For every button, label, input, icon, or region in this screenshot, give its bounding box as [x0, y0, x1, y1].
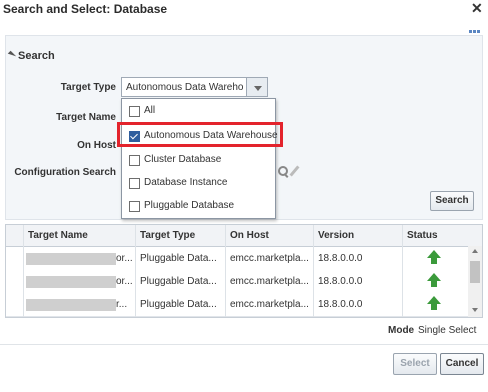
search-button[interactable]: Search	[430, 191, 474, 211]
on-host-cell: emcc.marketpla...	[230, 299, 309, 310]
table-row[interactable]: or... Pluggable Data... emcc.marketpla..…	[6, 270, 468, 294]
scroll-down-icon[interactable]	[472, 308, 478, 312]
search-panel-header[interactable]: Search	[18, 50, 55, 62]
option-label: All	[144, 105, 156, 116]
target-type-select[interactable]: Autonomous Data Warehouse	[121, 77, 268, 97]
column-header-target-type[interactable]: Target Type	[140, 230, 195, 241]
column-divider	[135, 225, 136, 317]
dropdown-option-autonomous-data-warehouse[interactable]: Autonomous Data Warehouse	[122, 126, 278, 148]
checkbox[interactable]	[129, 155, 140, 166]
table-row[interactable]: or... Pluggable Data... emcc.marketpla..…	[6, 247, 468, 271]
option-label: Cluster Database	[144, 154, 222, 165]
on-host-cell: emcc.marketpla...	[230, 253, 309, 264]
target-name-cell: r...	[116, 299, 128, 310]
target-name-label: Target Name	[56, 112, 116, 123]
target-type-cell: Pluggable Data...	[140, 276, 217, 287]
target-type-dropdown: All Autonomous Data Warehouse Cluster Da…	[121, 98, 278, 219]
option-label: Pluggable Database	[144, 200, 235, 211]
checkbox[interactable]	[129, 106, 140, 117]
mode-label: Mode	[388, 325, 415, 336]
version-cell: 18.8.0.0.0	[318, 276, 363, 287]
column-header-status[interactable]: Status	[407, 230, 438, 241]
more-options-icon[interactable]	[469, 24, 484, 33]
checkbox[interactable]	[129, 201, 140, 212]
status-up-arrow-icon	[427, 250, 441, 265]
column-header-on-host[interactable]: On Host	[230, 230, 269, 241]
results-table: Target Name Target Type On Host Version …	[5, 224, 483, 318]
checkbox-checked[interactable]	[129, 131, 140, 142]
on-host-label: On Host	[77, 140, 116, 151]
version-cell: 18.8.0.0.0	[318, 299, 363, 310]
search-icon[interactable]	[278, 166, 289, 178]
option-label: Autonomous Data Warehouse	[144, 130, 278, 141]
on-host-cell: emcc.marketpla...	[230, 276, 309, 287]
dropdown-option-all[interactable]: All	[122, 101, 277, 123]
version-cell: 18.8.0.0.0	[318, 253, 363, 264]
footer-divider	[0, 344, 488, 345]
target-type-label: Target Type	[60, 82, 116, 93]
column-header-version[interactable]: Version	[318, 230, 354, 241]
dropdown-option-pluggable-database[interactable]: Pluggable Database	[122, 196, 277, 218]
select-button[interactable]: Select	[393, 353, 437, 375]
cancel-button[interactable]: Cancel	[440, 353, 484, 375]
column-divider	[402, 225, 403, 317]
mode-value: Single Select	[418, 325, 477, 336]
redacted-target-name	[26, 276, 116, 288]
status-up-arrow-icon	[427, 273, 441, 288]
option-label: Database Instance	[144, 177, 228, 188]
target-name-cell: or...	[116, 276, 133, 287]
close-icon[interactable]: ✕	[471, 0, 483, 17]
scroll-up-icon[interactable]	[472, 249, 478, 253]
target-type-value: Autonomous Data Warehouse	[126, 82, 244, 93]
target-type-cell: Pluggable Data...	[140, 299, 217, 310]
column-divider	[313, 225, 314, 317]
dialog-titlebar: Search and Select: Database ✕	[0, 0, 488, 22]
redacted-target-name	[26, 299, 116, 311]
column-divider	[23, 225, 24, 317]
dropdown-option-cluster-database[interactable]: Cluster Database	[122, 150, 277, 172]
target-name-cell: or...	[116, 253, 133, 264]
column-divider	[225, 225, 226, 317]
chevron-down-icon[interactable]	[246, 77, 268, 97]
table-scrollbar[interactable]	[468, 246, 482, 317]
table-header: Target Name Target Type On Host Version …	[6, 225, 482, 247]
column-header-target-name[interactable]: Target Name	[28, 230, 88, 241]
checkbox[interactable]	[129, 178, 140, 189]
configuration-search-label: Configuration Search	[14, 167, 116, 178]
dialog-title: Search and Select: Database	[3, 2, 168, 16]
table-row[interactable]: r... Pluggable Data... emcc.marketpla...…	[6, 293, 468, 317]
target-type-cell: Pluggable Data...	[140, 253, 217, 264]
dropdown-option-database-instance[interactable]: Database Instance	[122, 173, 277, 195]
scroll-thumb[interactable]	[470, 261, 480, 283]
redacted-target-name	[26, 253, 116, 265]
status-up-arrow-icon	[427, 296, 441, 311]
